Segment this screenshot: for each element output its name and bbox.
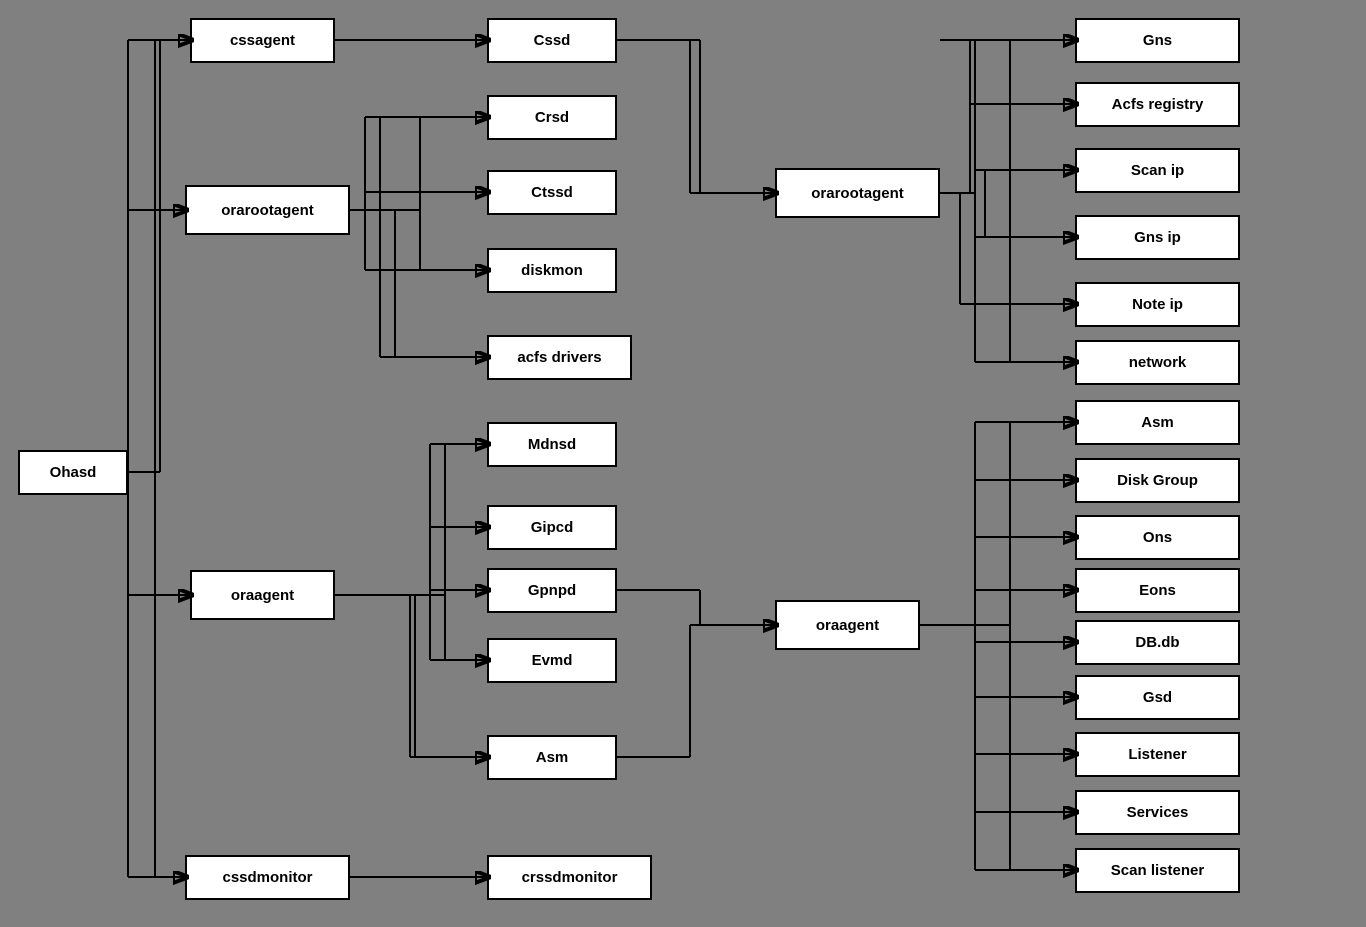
node-oraagent-right: oraagent <box>775 600 920 650</box>
node-mdnsd: Mdnsd <box>487 422 617 467</box>
node-acfsdrivers: acfs drivers <box>487 335 632 380</box>
node-gpnpd: Gpnpd <box>487 568 617 613</box>
node-cssd: Cssd <box>487 18 617 63</box>
node-cssagent: cssagent <box>190 18 335 63</box>
node-disk-group: Disk Group <box>1075 458 1240 503</box>
node-oraagent-left: oraagent <box>190 570 335 620</box>
node-gipcd: Gipcd <box>487 505 617 550</box>
node-network: network <box>1075 340 1240 385</box>
node-orarootagent-left: orarootagent <box>185 185 350 235</box>
node-eons: Eons <box>1075 568 1240 613</box>
node-crssdmonitor: crssdmonitor <box>487 855 652 900</box>
node-ohasd: Ohasd <box>18 450 128 495</box>
node-asm-right: Asm <box>1075 400 1240 445</box>
diagram: Ohasd cssagent orarootagent oraagent css… <box>0 0 1366 927</box>
node-diskmon: diskmon <box>487 248 617 293</box>
node-scan-listener: Scan listener <box>1075 848 1240 893</box>
node-evmd: Evmd <box>487 638 617 683</box>
node-cssdmonitor: cssdmonitor <box>185 855 350 900</box>
node-note-ip: Note ip <box>1075 282 1240 327</box>
node-acfs-registry: Acfs registry <box>1075 82 1240 127</box>
node-gsd: Gsd <box>1075 675 1240 720</box>
node-ctssd: Ctssd <box>487 170 617 215</box>
node-orarootagent-right: orarootagent <box>775 168 940 218</box>
node-listener: Listener <box>1075 732 1240 777</box>
node-asm-left: Asm <box>487 735 617 780</box>
node-gns: Gns <box>1075 18 1240 63</box>
node-services: Services <box>1075 790 1240 835</box>
node-crsd: Crsd <box>487 95 617 140</box>
node-scan-ip: Scan ip <box>1075 148 1240 193</box>
node-ons: Ons <box>1075 515 1240 560</box>
node-db-db: DB.db <box>1075 620 1240 665</box>
node-gns-ip: Gns ip <box>1075 215 1240 260</box>
